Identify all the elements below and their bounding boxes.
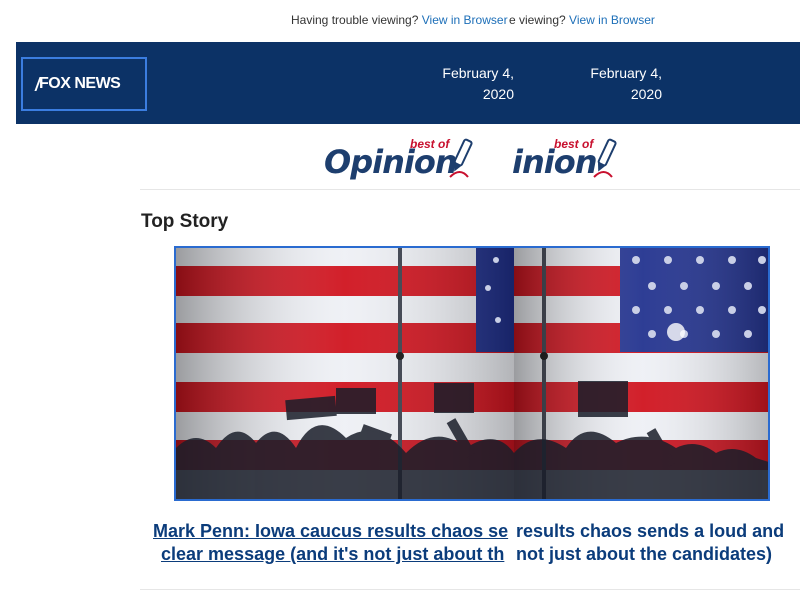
best-of-opinion-logo-dup: inion best of [512, 137, 622, 187]
divider [140, 189, 800, 190]
view-in-browser-bar: Having trouble viewing? View in Browser … [0, 12, 800, 30]
headline-line-1: Mark Penn: Iowa caucus results chaos se [153, 521, 509, 541]
email-header: FOX NEWS February 4, 2020 February 4, 20… [16, 42, 800, 124]
headline-line-1-dup: results chaos sends a loud and [516, 521, 785, 541]
top-story-image[interactable] [174, 246, 770, 501]
top-story-headline-link[interactable]: Mark Penn: Iowa caucus results chaos se … [153, 520, 543, 566]
header-date-dup: February 4, 2020 [590, 65, 662, 102]
trouble-viewing-text: Having trouble viewing? View in Browser [291, 13, 508, 27]
view-in-browser-link[interactable]: View in Browser [422, 13, 508, 27]
top-story-headline-link-dup[interactable]: results chaos sends a loud and not just … [514, 520, 800, 566]
section-title: Top Story [141, 211, 229, 232]
trouble-viewing-text-dup: e viewing? View in Browser [509, 13, 655, 27]
header-date: February 4, 2020 [442, 65, 514, 102]
headline-line-2-dup: not just about the candidates) [516, 544, 773, 564]
view-in-browser-link-dup[interactable]: View in Browser [569, 13, 655, 27]
fox-news-logo[interactable]: FOX NEWS [21, 57, 147, 111]
divider-bottom [140, 589, 800, 590]
pen-icon [449, 138, 473, 178]
headline-line-2: clear message (and it's not just about t… [161, 544, 505, 564]
best-of-opinion-logo: Opinion best of [324, 137, 512, 187]
pen-icon-dup [593, 138, 617, 178]
